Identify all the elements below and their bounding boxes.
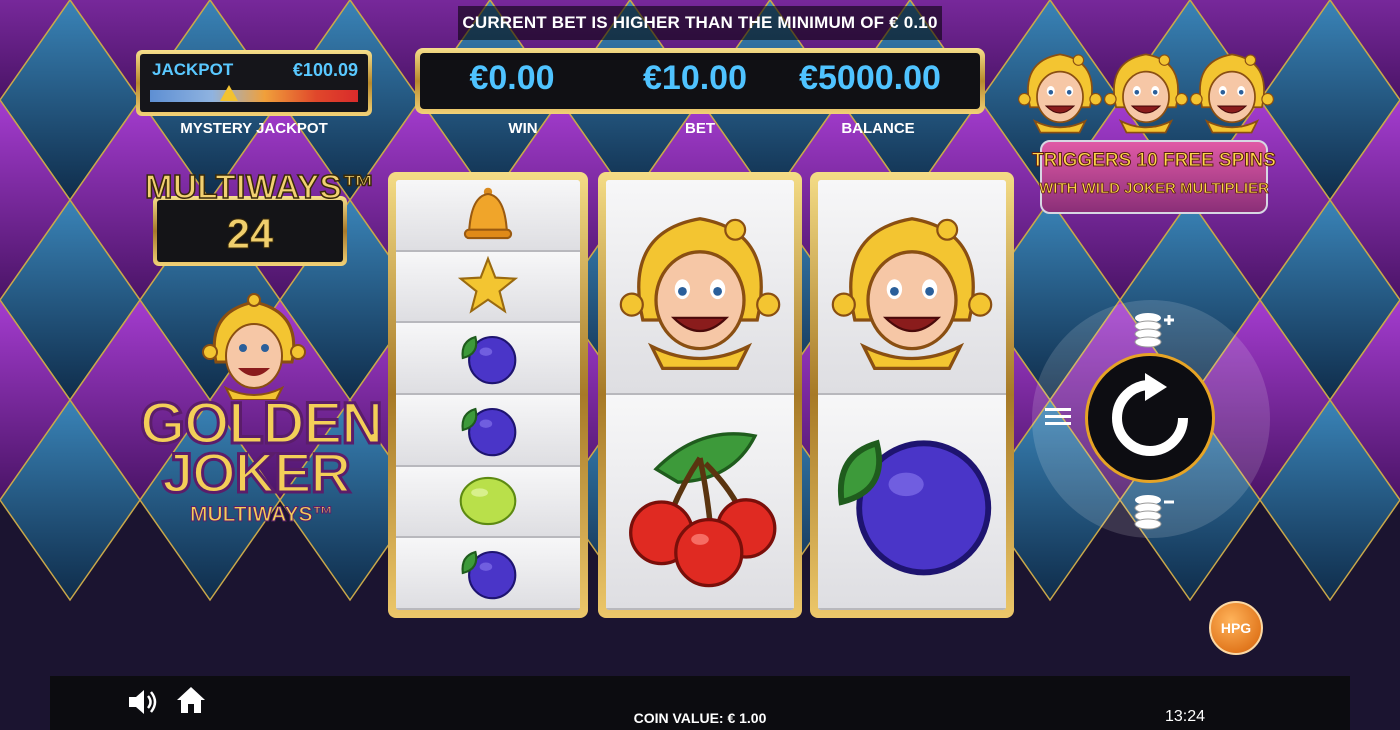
reel-cell [396, 466, 580, 539]
reel-cell [396, 180, 580, 252]
reel-1 [388, 172, 588, 618]
cherry-icon [629, 431, 777, 587]
hamburger-menu-icon[interactable] [1045, 404, 1071, 430]
coin-value: COIN VALUE: € 1.00 [633, 710, 767, 726]
logo-joker-text: JOKER [161, 440, 353, 506]
jackpot-progress-bar [150, 90, 358, 102]
spin-button[interactable] [1085, 353, 1215, 483]
free-spins-line-2: WITH WILD JOKER MULTIPLIER [1039, 180, 1270, 198]
coins-plus-icon[interactable] [1130, 308, 1174, 350]
logo-multiways-text: MULTIWAYS™ [190, 503, 335, 527]
plum-icon [461, 335, 517, 385]
reel-cell [396, 395, 580, 467]
plum-icon [461, 550, 517, 600]
jackpot-panel: JACKPOT €100.09 [136, 50, 372, 116]
mystery-jackpot-caption: MYSTERY JACKPOT [180, 120, 328, 137]
bet-label: BET [685, 120, 715, 137]
reel-cell [606, 395, 794, 610]
star-icon [457, 256, 519, 315]
reel-cell [818, 395, 1006, 610]
logo-joker-icon [202, 293, 306, 400]
reel-cell [818, 180, 1006, 395]
min-bet-notice: CURRENT BET IS HIGHER THAN THE MINIMUM O… [458, 6, 942, 40]
bell-icon [463, 187, 513, 239]
speaker-icon[interactable] [126, 688, 158, 716]
bet-value: €10.00 [643, 59, 747, 97]
joker-icon [1190, 53, 1274, 134]
jackpot-marker-icon [220, 85, 239, 101]
balance-label: BALANCE [841, 120, 915, 137]
stats-panel: €0.00 €10.00 €5000.00 [415, 48, 985, 114]
lime-icon [459, 477, 517, 526]
jackpot-value: €100.09 [292, 60, 358, 80]
provider-logo: HPG [1209, 601, 1263, 655]
clock: 13:24 [1164, 708, 1206, 725]
win-value: €0.00 [469, 59, 555, 97]
reel-cell [396, 251, 580, 324]
plum-icon [837, 439, 992, 575]
spin-refresh-icon [1112, 373, 1188, 456]
reel-2 [598, 172, 802, 618]
joker-icon [1018, 53, 1102, 134]
promo-joker-icon [1100, 44, 1192, 141]
balance-value: €5000.00 [799, 59, 941, 97]
multiways-count: 24 [157, 200, 343, 262]
jackpot-label: JACKPOT [152, 60, 234, 79]
reel-cell [396, 538, 580, 610]
promo-joker-icon [1014, 44, 1106, 141]
multiways-title: MULTIWAYS™ [144, 167, 376, 206]
win-label: WIN [508, 120, 538, 137]
reel-cell [606, 180, 794, 395]
home-icon[interactable] [174, 684, 208, 716]
plum-icon [461, 407, 517, 457]
promo-joker-icon [1186, 44, 1278, 141]
coins-minus-icon[interactable] [1130, 490, 1174, 532]
joker-icon [1104, 53, 1188, 134]
free-spins-line-1: TRIGGERS 10 FREE SPINS [1032, 150, 1277, 172]
joker-icon [619, 216, 781, 370]
reel-3 [810, 172, 1014, 618]
joker-icon [831, 216, 993, 370]
multiways-badge: 24 [153, 196, 347, 266]
reel-cell [396, 323, 580, 395]
